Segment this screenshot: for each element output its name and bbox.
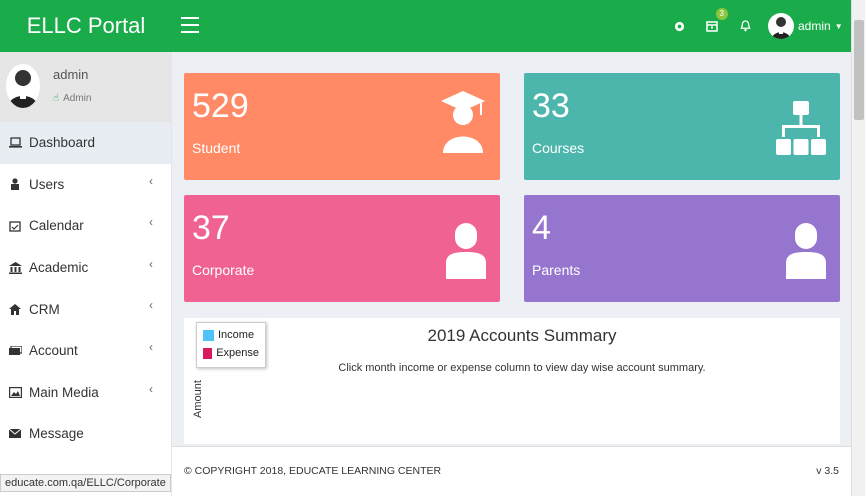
- top-header: ELLC Portal 3 admin ▼: [0, 0, 851, 52]
- avatar: [6, 64, 40, 108]
- page-scrollbar[interactable]: [851, 0, 865, 496]
- chart-y-axis-label: Amount: [192, 380, 204, 418]
- accounts-summary-chart: Income Expense 2019 Accounts Summary Cli…: [184, 318, 840, 444]
- sidebar-item-label: Dashboard: [29, 135, 96, 151]
- envelope-icon: [8, 427, 22, 441]
- bell-icon[interactable]: [738, 17, 752, 35]
- sidebar-item-crm[interactable]: CRM ‹: [0, 288, 171, 330]
- scrollbar-thumb[interactable]: [854, 20, 864, 120]
- brand-logo[interactable]: ELLC Portal: [0, 0, 172, 52]
- legend-label: Expense: [216, 347, 259, 359]
- sidebar-item-calendar[interactable]: Calendar ‹: [0, 205, 171, 247]
- user-menu-name: admin: [798, 19, 831, 33]
- sidebar-item-users[interactable]: Users ‹: [0, 164, 171, 206]
- stat-label: Student: [192, 140, 241, 156]
- stat-label: Corporate: [192, 262, 255, 278]
- calendar-icon: [8, 219, 22, 233]
- chevron-left-icon: ‹: [149, 173, 153, 188]
- chevron-left-icon: ‹: [149, 381, 153, 396]
- sidebar-item-label: CRM: [29, 301, 60, 317]
- browser-status-url: educate.com.qa/ELLC/Corporate: [0, 474, 171, 492]
- stat-value: 529: [192, 87, 249, 125]
- user-role-label: Admin: [63, 93, 92, 104]
- stat-label: Parents: [532, 262, 581, 278]
- thumbs-up-icon: ☝: [53, 93, 60, 104]
- footer-copyright: © COPYRIGHT 2018, EDUCATE LEARNING CENTE…: [184, 465, 442, 477]
- sidebar-item-academic[interactable]: Academic ‹: [0, 247, 171, 289]
- sitemap-icon: [776, 101, 826, 162]
- calendar-notification-icon[interactable]: 3: [705, 8, 728, 35]
- image-icon: [8, 385, 22, 399]
- sidebar-item-message[interactable]: Message: [0, 413, 171, 455]
- stat-card-courses[interactable]: 33 Courses: [524, 73, 840, 180]
- person-icon: [446, 223, 486, 284]
- sidebar-item-label: Users: [29, 176, 65, 192]
- stat-value: 33: [532, 87, 570, 125]
- chevron-left-icon: ‹: [149, 256, 153, 271]
- notification-badge: 3: [715, 8, 728, 20]
- chevron-left-icon: ‹: [149, 298, 153, 313]
- user-menu[interactable]: admin ▼: [768, 10, 843, 42]
- sidebar: admin ☝ Admin Dashboard Users ‹ Calendar…: [0, 52, 172, 496]
- building-icon: [8, 261, 22, 275]
- chart-subtitle: Click month income or expense column to …: [338, 362, 706, 374]
- user-panel-name: admin: [53, 67, 89, 82]
- chevron-left-icon: ‹: [149, 215, 153, 230]
- sidebar-item-label: Academic: [29, 260, 89, 276]
- person-icon: [786, 223, 826, 284]
- stat-card-parents[interactable]: 4 Parents: [524, 195, 840, 302]
- legend-item-expense[interactable]: Expense: [203, 344, 259, 362]
- sidebar-item-label: Main Media: [29, 384, 99, 400]
- laptop-icon: [8, 136, 22, 150]
- stat-card-student[interactable]: 529 Student: [184, 73, 500, 180]
- sidebar-item-label: Calendar: [29, 218, 84, 234]
- user-panel: admin ☝ Admin: [0, 52, 171, 122]
- location-icon[interactable]: [672, 17, 686, 35]
- stat-value: 4: [532, 209, 551, 247]
- sidebar-item-dashboard[interactable]: Dashboard: [0, 122, 171, 164]
- stat-value: 37: [192, 209, 230, 247]
- avatar: [768, 13, 794, 39]
- chevron-left-icon: ‹: [149, 339, 153, 354]
- home-icon: [8, 302, 22, 316]
- sidebar-item-label: Account: [29, 343, 78, 359]
- menu-toggle-icon[interactable]: [181, 17, 199, 33]
- stat-card-corporate[interactable]: 37 Corporate: [184, 195, 500, 302]
- sidebar-item-main-media[interactable]: Main Media ‹: [0, 372, 171, 414]
- footer-version: v 3.5: [816, 465, 839, 477]
- legend-swatch: [203, 347, 213, 359]
- money-icon: [8, 344, 22, 358]
- sidebar-item-label: Message: [29, 426, 84, 442]
- caret-down-icon: ▼: [834, 21, 843, 31]
- chart-title: 2019 Accounts Summary: [427, 326, 617, 345]
- page-footer: © COPYRIGHT 2018, EDUCATE LEARNING CENTE…: [172, 446, 851, 496]
- stat-label: Courses: [532, 140, 585, 156]
- sidebar-item-account[interactable]: Account ‹: [0, 330, 171, 372]
- graduate-icon: [440, 89, 486, 158]
- user-icon: [8, 177, 22, 191]
- user-panel-role: ☝ Admin: [53, 93, 91, 104]
